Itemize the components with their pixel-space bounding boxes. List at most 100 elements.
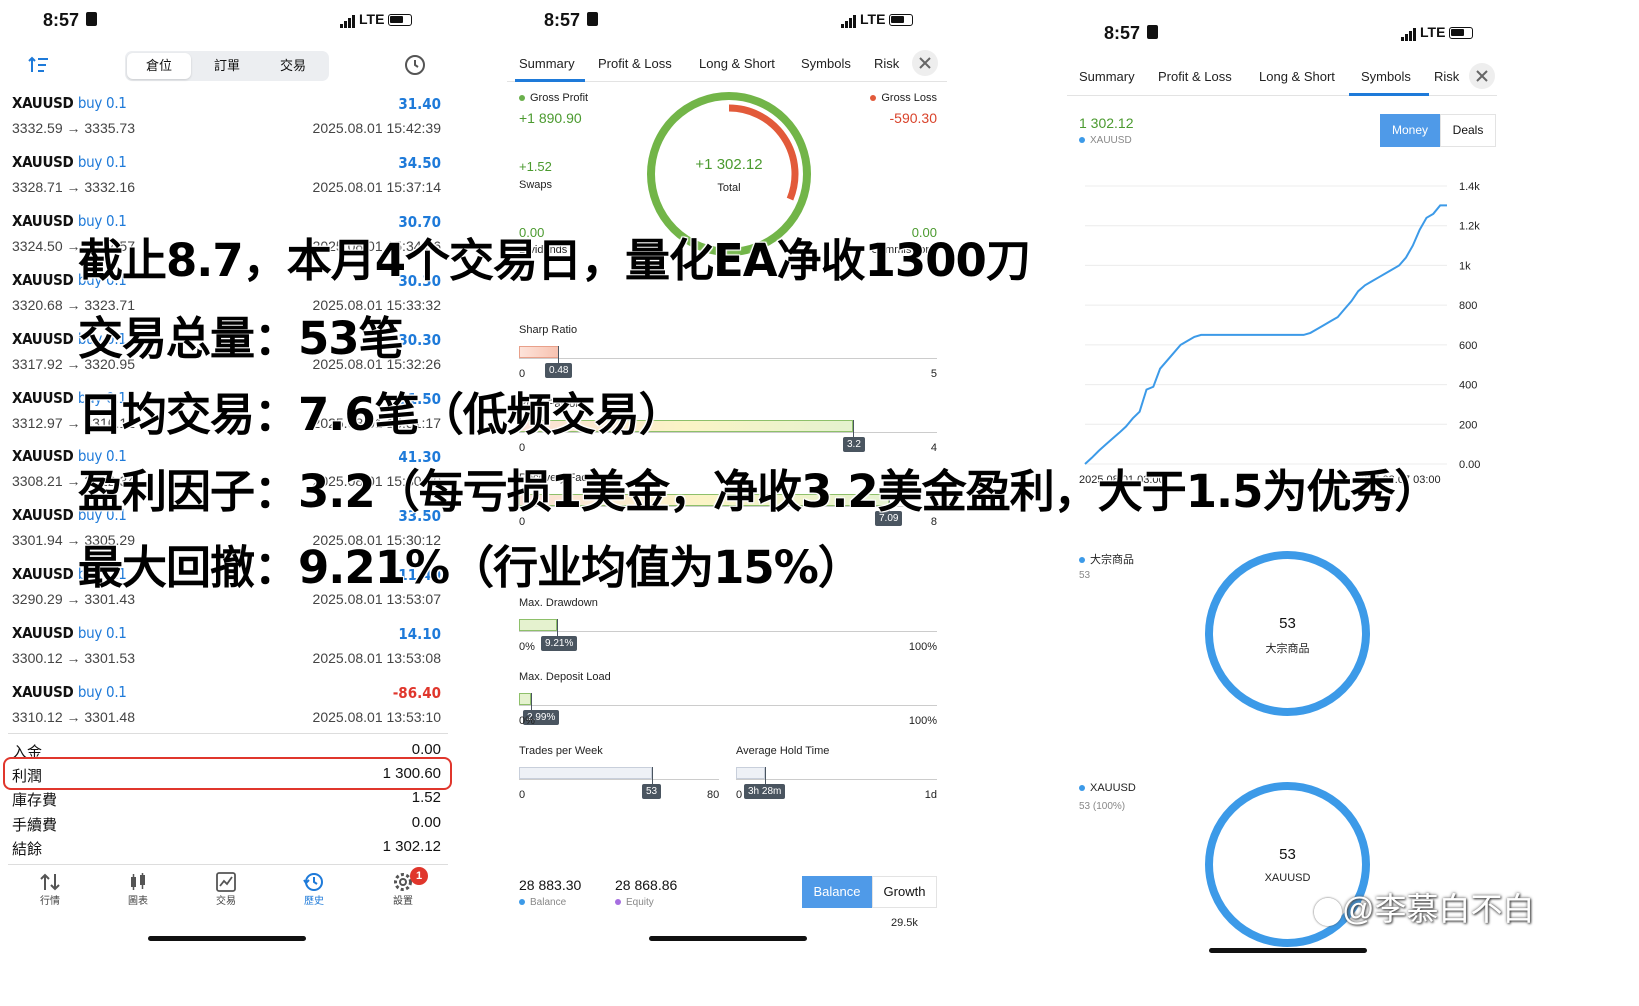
blue-dot <box>519 899 525 906</box>
segment-deals[interactable]: 交易 <box>261 53 325 79</box>
sharp-marker <box>558 346 559 364</box>
tab-risk[interactable]: Risk <box>1434 69 1459 84</box>
ring1-label: 大宗商品 <box>1265 643 1310 655</box>
aht-track <box>736 779 937 780</box>
deposit-max: 100% <box>908 715 937 727</box>
y-tick-label: 1.4k <box>1459 181 1480 193</box>
tab-symbols[interactable]: Symbols <box>801 56 851 71</box>
segment-control: 倉位 訂單 交易 <box>125 51 329 81</box>
money-button[interactable]: Money <box>1380 114 1440 147</box>
axis-top-label: 29.5k <box>891 917 918 929</box>
tab-risk[interactable]: Risk <box>874 56 899 71</box>
blue-dot <box>1079 137 1085 144</box>
nav-divider <box>8 864 448 865</box>
drawdown-label: Max. Drawdown <box>519 597 598 609</box>
gross-loss-legend: Gross Loss <box>870 92 937 104</box>
drawdown-track <box>519 631 937 632</box>
nav-history[interactable]: 歷史 <box>289 872 339 907</box>
trade-symbol-text: XAUUSD <box>12 211 74 230</box>
status-right: LTE <box>841 11 914 29</box>
purple-dot <box>615 899 621 906</box>
summary-value: 0.00 <box>411 741 441 758</box>
trade-row[interactable]: XAUUSD buy 0.1 31.40 3332.59 → 3335.73 2025… <box>0 94 458 150</box>
equity-value: 28 868.86 <box>615 877 678 893</box>
trade-prices: 3332.59 → 3335.73 <box>12 120 135 136</box>
trade-time: 2025.08.01 15:42:39 <box>312 120 441 136</box>
trade-prices: 3300.12 → 3301.53 <box>12 650 135 667</box>
category-ring <box>1205 551 1370 716</box>
growth-button[interactable]: Growth <box>872 876 937 908</box>
trade-profit: 34.50 <box>398 153 441 172</box>
drawdown-marker <box>557 619 558 637</box>
summary-value: 1 302.12 <box>382 837 441 855</box>
tab-symbols[interactable]: Symbols <box>1361 69 1411 84</box>
trade-symbol: XAUUSD buy 0.1 <box>12 683 127 701</box>
y-tick-label: 1.2k <box>1459 221 1480 233</box>
tab-profit-loss[interactable]: Profit & Loss <box>598 56 672 71</box>
drawdown-badge: 9.21% <box>541 636 578 651</box>
tab-long-short[interactable]: Long & Short <box>1259 69 1335 84</box>
tab-summary[interactable]: Summary <box>1079 69 1135 84</box>
gross-loss-value: -590.30 <box>889 110 937 126</box>
trade-row[interactable]: XAUUSD buy 0.1 34.50 3328.71 → 3332.16 2025… <box>0 153 458 209</box>
deals-button[interactable]: Deals <box>1440 114 1496 147</box>
deposit-fill <box>519 693 531 705</box>
gross-profit-legend: Gross Profit <box>519 92 588 104</box>
summary-value: 0.00 <box>411 813 441 831</box>
trade-row[interactable]: XAUUSD buy 0.1 -86.40 3310.12 → 3301.48 202… <box>0 683 458 739</box>
aht-fill <box>736 767 765 779</box>
equity-legend: Equity <box>615 897 654 908</box>
nav-quotes-label: 行情 <box>40 896 60 907</box>
ring2-label: XAUUSD <box>1264 872 1311 884</box>
trade-side: buy 0.1 <box>77 624 127 643</box>
trade-symbol-text: XAUUSD <box>12 94 74 112</box>
aht-label: Average Hold Time <box>736 745 830 757</box>
tpw-max: 80 <box>707 789 720 801</box>
trade-symbol-text: XAUUSD <box>12 447 74 466</box>
cat2-label: XAUUSD <box>1090 782 1136 794</box>
trade-time: 2025.08.01 13:53:08 <box>312 650 441 667</box>
nav-quotes[interactable]: 行情 <box>25 872 75 907</box>
drawdown-fill <box>519 619 557 631</box>
tab-summary[interactable]: Summary <box>519 56 575 71</box>
trade-symbol: XAUUSD buy 0.1 <box>12 94 127 112</box>
nav-settings[interactable]: 設置 1 <box>378 867 428 907</box>
tpw-badge: 53 <box>642 784 662 799</box>
trade-profit: 14.10 <box>398 625 441 644</box>
deposit-marker <box>531 693 532 711</box>
network-label: LTE <box>359 11 385 27</box>
balance-button[interactable]: Balance <box>802 876 872 908</box>
red-dot <box>870 95 877 102</box>
sort-icon[interactable] <box>28 56 50 74</box>
segment-orders[interactable]: 訂單 <box>195 53 259 79</box>
trade-symbol-text: XAUUSD <box>12 388 74 407</box>
y-tick-label: 0.00 <box>1459 459 1480 471</box>
aht-min: 0 <box>736 789 743 801</box>
tab-profit-loss[interactable]: Profit & Loss <box>1158 69 1232 84</box>
trade-row[interactable]: XAUUSD buy 0.1 14.10 3300.12 → 3301.53 2025… <box>0 624 458 680</box>
tpw-fill <box>519 767 652 779</box>
nav-chart[interactable]: 圖表 <box>113 872 163 907</box>
close-icon[interactable] <box>912 50 938 76</box>
cat2-count: 53 (100%) <box>1079 801 1126 812</box>
trade-profit: 30.30 <box>398 330 441 349</box>
trade-symbol-text: XAUUSD <box>12 683 74 701</box>
watermark-logo-icon <box>1314 897 1342 926</box>
nav-settings-label: 設置 <box>393 896 413 907</box>
tab-long-short[interactable]: Long & Short <box>699 56 775 71</box>
aht-marker <box>765 767 766 785</box>
trade-symbol-text: XAUUSD <box>12 624 74 643</box>
summary-row: 庫存費 1.52 <box>0 789 458 811</box>
symbol-legend-label: XAUUSD <box>1090 135 1132 146</box>
segment-positions[interactable]: 倉位 <box>127 53 191 79</box>
lock-icon <box>1147 25 1158 39</box>
clock-icon[interactable] <box>404 54 426 76</box>
overlay-line-4: 盈利因子：3.2（每亏损1美金，净收3.2美金盈利，大于1.5为优秀） <box>78 465 1439 518</box>
nav-trade[interactable]: 交易 <box>201 872 251 907</box>
close-icon[interactable] <box>1469 63 1495 89</box>
trade-symbol-text: XAUUSD <box>12 565 74 584</box>
bottom-nav: 行情 圖表 交易 歷史 設置 1 <box>0 867 458 918</box>
y-tick-label: 800 <box>1459 300 1477 312</box>
network-label: LTE <box>860 11 886 27</box>
cat1-legend: 大宗商品 <box>1079 551 1134 567</box>
